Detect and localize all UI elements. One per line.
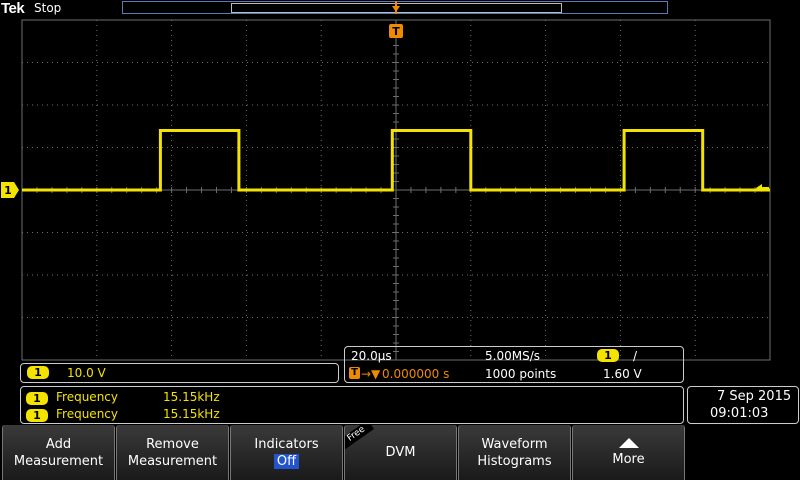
measurement-value: 15.15kHz	[163, 407, 220, 421]
softkey-bar: Add Measurement Remove Measurement Indic…	[0, 425, 800, 480]
measurement-row[interactable]: 1 Frequency 15.15kHz	[26, 407, 220, 422]
measurement-value: 15.15kHz	[163, 390, 220, 404]
trigger-source-badge: 1	[597, 349, 619, 362]
remove-measurement-button[interactable]: Remove Measurement	[116, 425, 229, 480]
measurement-row[interactable]: 1 Frequency 15.15kHz	[26, 390, 220, 405]
trigger-level: 1.60 V	[603, 367, 642, 381]
channel1-badge: 1	[27, 366, 49, 379]
trigger-position-indicator	[392, 1, 400, 14]
softkey-label: Measurement	[13, 454, 104, 469]
softkey-label: Add	[45, 437, 72, 452]
add-measurement-button[interactable]: Add Measurement	[2, 425, 115, 480]
softkey-label: Indicators	[254, 437, 319, 452]
channel1-scale: 10.0 V	[67, 366, 106, 380]
up-arrow-icon	[618, 438, 639, 448]
trigger-slope-icon: /	[633, 349, 638, 363]
softkey-label: Remove	[146, 437, 199, 452]
indicators-button[interactable]: Indicators Off	[230, 425, 343, 480]
sample-rate: 5.00MS/s	[485, 349, 540, 363]
brand-logo: Tek	[1, 0, 25, 17]
date-time-display[interactable]: 7 Sep 2015 09:01:03	[687, 386, 799, 424]
measurement-channel-badge: 1	[26, 409, 48, 422]
trigger-badge: T	[349, 367, 360, 379]
waveform-graticule[interactable]: T1	[0, 18, 800, 368]
more-button[interactable]: More	[572, 425, 685, 480]
measurement-name: Frequency	[56, 407, 118, 421]
channel1-settings[interactable]: 1 10.0 V	[20, 363, 339, 383]
waveform-histograms-button[interactable]: Waveform Histograms	[458, 425, 571, 480]
trigger-position: 0.000000 s	[382, 367, 450, 381]
date: 7 Sep 2015	[717, 389, 792, 404]
trigger-time-marker-label: T	[392, 25, 400, 38]
trigger-time-marker: T	[389, 24, 403, 38]
timebase: 20.0µs	[351, 349, 392, 363]
softkey-label: Histograms	[477, 454, 552, 469]
trigger-arrow-icon: →▼	[361, 367, 381, 381]
acquisition-status: Stop	[34, 1, 62, 15]
softkey-label: Waveform	[481, 437, 548, 452]
record-length: 1000 points	[485, 367, 557, 381]
softkey-label: More	[612, 452, 645, 467]
softkey-label: DVM	[385, 445, 416, 460]
softkey-label: Measurement	[127, 454, 218, 469]
dvm-button[interactable]: Free DVM	[344, 425, 457, 480]
channel1-ground-marker: 1	[1, 182, 19, 198]
measurement-name: Frequency	[56, 390, 118, 404]
measurement-channel-badge: 1	[26, 392, 48, 405]
time: 09:01:03	[710, 406, 769, 421]
acquisition-panel[interactable]: 20.0µs 5.00MS/s 1 / T →▼ 0.000000 s 1000…	[344, 346, 684, 383]
channel1-ground-marker-label: 1	[4, 184, 12, 197]
measurement-panel[interactable]: 1 Frequency 15.15kHz 1 Frequency 15.15kH…	[20, 386, 684, 424]
indicators-state: Off	[273, 454, 300, 469]
